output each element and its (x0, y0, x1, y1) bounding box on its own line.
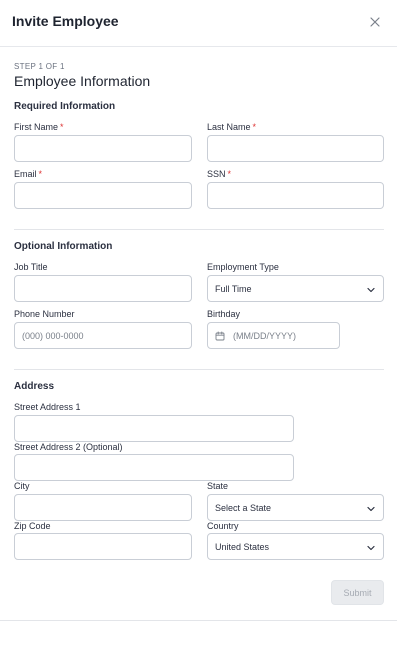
submit-button[interactable]: Submit (331, 580, 384, 605)
step-indicator: STEP 1 OF 1 (14, 62, 65, 71)
required-marker: * (227, 169, 232, 179)
state-select[interactable]: Select a State (207, 494, 384, 521)
required-section-label: Required Information (14, 101, 116, 112)
birthday-label: Birthday (207, 309, 241, 319)
zip-label: Zip Code (14, 521, 51, 531)
email-label-text: Email (14, 169, 37, 179)
first-name-input[interactable] (14, 135, 192, 162)
modal-header: Invite Employee (0, 0, 397, 47)
street2-input[interactable] (14, 454, 294, 481)
employment-type-select[interactable]: Full Time (207, 275, 384, 302)
street1-label: Street Address 1 (14, 402, 81, 412)
phone-label: Phone Number (14, 309, 75, 319)
ssn-input[interactable] (207, 182, 384, 209)
required-marker: * (38, 169, 43, 179)
footer-divider (0, 620, 397, 621)
last-name-label: Last Name * (207, 122, 256, 132)
address-section-label: Address (14, 381, 55, 392)
phone-input[interactable] (14, 322, 192, 349)
street2-label: Street Address 2 (Optional) (14, 442, 123, 452)
city-input[interactable] (14, 494, 192, 521)
employment-type-label: Employment Type (207, 262, 279, 272)
street1-input[interactable] (14, 415, 294, 442)
invite-employee-modal: Invite Employee STEP 1 OF 1 Employee Inf… (0, 0, 397, 672)
email-label: Email * (14, 169, 42, 179)
last-name-label-text: Last Name (207, 122, 251, 132)
last-name-input[interactable] (207, 135, 384, 162)
modal-title: Invite Employee (12, 13, 119, 29)
chevron-down-icon (367, 287, 375, 293)
job-title-input[interactable] (14, 275, 192, 302)
section-divider (14, 229, 384, 230)
chevron-down-icon (367, 545, 375, 551)
state-value: Select a State (215, 503, 272, 513)
chevron-down-icon (367, 506, 375, 512)
form-heading: Employee Information (14, 73, 151, 89)
ssn-label-text: SSN (207, 169, 226, 179)
required-marker: * (60, 122, 64, 132)
section-divider (14, 369, 384, 370)
close-icon[interactable] (367, 14, 383, 30)
calendar-icon (215, 331, 225, 341)
country-select[interactable]: United States (207, 533, 384, 560)
email-input[interactable] (14, 182, 192, 209)
birthday-placeholder: (MM/DD/YYYY) (233, 331, 296, 341)
employment-type-value: Full Time (215, 284, 252, 294)
country-value: United States (215, 542, 270, 552)
country-label: Country (207, 521, 239, 531)
state-label: State (207, 481, 229, 491)
first-name-label-text: First Name (14, 122, 59, 132)
required-marker: * (252, 122, 257, 132)
optional-section-label: Optional Information (14, 241, 113, 252)
zip-input[interactable] (14, 533, 192, 560)
job-title-label: Job Title (14, 262, 48, 272)
birthday-input[interactable]: (MM/DD/YYYY) (207, 322, 340, 349)
ssn-label: SSN * (207, 169, 231, 179)
city-label: City (14, 481, 30, 491)
first-name-label: First Name * (14, 122, 64, 132)
